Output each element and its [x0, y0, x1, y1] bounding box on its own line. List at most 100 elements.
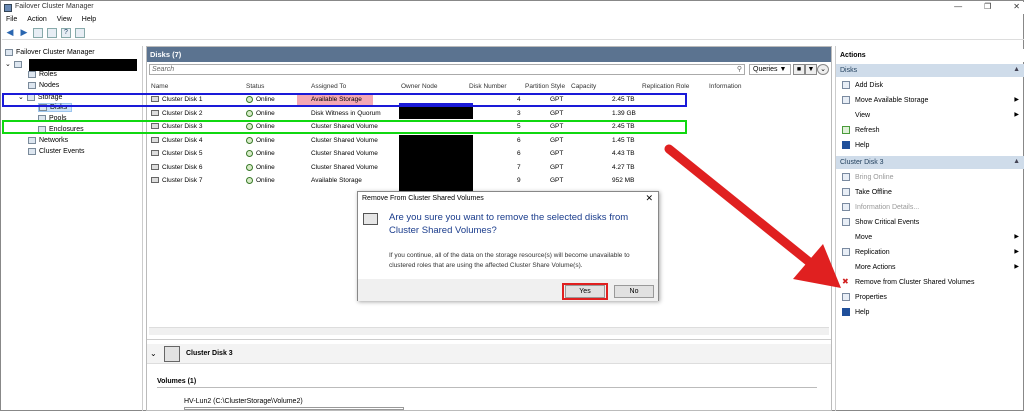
column-header-replication-role[interactable]: Replication Role: [642, 83, 689, 90]
events-icon: [28, 148, 36, 155]
menu-action[interactable]: Action: [27, 14, 46, 26]
action-pane-icon[interactable]: [75, 27, 85, 38]
table-row[interactable]: Cluster Disk 4 Online Cluster Shared Volum…: [149, 134, 829, 148]
help-icon: [842, 308, 850, 316]
table-row[interactable]: Cluster Disk 5 Online Cluster Shared Volum…: [149, 147, 829, 161]
column-header-disk-number[interactable]: Disk Number: [469, 83, 507, 90]
search-icon[interactable]: ⚲: [737, 65, 742, 74]
up-folder-icon[interactable]: [33, 27, 43, 38]
menu-file[interactable]: File: [6, 14, 17, 26]
collapse-caret-icon[interactable]: ▲: [1013, 158, 1020, 165]
replication-icon: [842, 248, 850, 256]
online-status-icon: [246, 163, 253, 171]
cluster-icon: [13, 60, 22, 68]
column-header-information[interactable]: Information: [709, 83, 742, 90]
collapse-chevron-icon[interactable]: ⌄: [150, 349, 157, 358]
cell-capacity: 952 MB: [612, 177, 635, 184]
close-icon[interactable]: ✕: [1013, 2, 1020, 11]
row-highlight-green: [2, 120, 687, 134]
divider: [157, 387, 817, 388]
actions-section-cluster-disk-3[interactable]: Cluster Disk 3 ▲: [836, 156, 1024, 169]
action-take-offline[interactable]: Take Offline: [842, 188, 892, 196]
cell-status: Online: [246, 136, 275, 144]
tree-item-networks[interactable]: Networks: [28, 137, 68, 144]
submenu-arrow-icon: ▶: [1014, 249, 1019, 255]
yes-button[interactable]: Yes: [565, 285, 605, 298]
no-button[interactable]: No: [614, 285, 654, 298]
action-refresh[interactable]: Refresh: [842, 126, 880, 134]
volumes-heading: Volumes (1): [157, 378, 197, 385]
networks-icon: [28, 137, 36, 144]
minimize-icon[interactable]: —: [954, 2, 962, 11]
action-more-actions[interactable]: More Actions: [842, 263, 895, 271]
cell-assigned: Cluster Shared Volume: [311, 163, 378, 171]
table-row[interactable]: Cluster Disk 2 Online Disk Witness in Quor…: [149, 107, 829, 121]
query-menu-chevron-icon[interactable]: ▼: [805, 64, 817, 75]
action-move-available-storage[interactable]: Move Available Storage: [842, 96, 928, 104]
action-add-disk[interactable]: Add Disk: [842, 81, 883, 89]
menu-help[interactable]: Help: [82, 14, 96, 26]
tree-root[interactable]: Failover Cluster Manager: [5, 49, 95, 56]
disk-icon: [151, 109, 159, 116]
menu-bar: File Action View Help: [2, 14, 1024, 26]
action-information-details[interactable]: Information Details...: [842, 203, 919, 211]
bring-online-icon: [842, 173, 850, 181]
online-status-icon: [246, 150, 253, 157]
online-status-icon: [246, 109, 253, 117]
action-view[interactable]: View: [842, 111, 870, 119]
roles-icon: [28, 71, 36, 78]
action-help-disk3[interactable]: Help: [842, 308, 869, 316]
add-disk-icon: [842, 81, 850, 89]
cell-capacity: 4.43 TB: [612, 150, 635, 157]
search-input[interactable]: Search ⚲: [149, 64, 745, 75]
storage-warning-icon: [363, 213, 378, 225]
tree-item-nodes[interactable]: Nodes: [28, 82, 59, 89]
action-move[interactable]: Move: [842, 233, 872, 241]
action-show-critical-events[interactable]: Show Critical Events: [842, 218, 919, 226]
redacted-cluster-name: [29, 59, 137, 71]
help-icon[interactable]: ?: [61, 27, 71, 38]
collapse-chevron-icon[interactable]: ⌄: [817, 64, 829, 75]
dialog-close-icon[interactable]: ✕: [645, 193, 653, 204]
action-remove-from-csv[interactable]: ✖ Remove from Cluster Shared Volumes: [842, 278, 974, 286]
column-header-status[interactable]: Status: [246, 83, 264, 90]
back-arrow-icon[interactable]: ◀: [5, 27, 15, 38]
pane-title: Disks (7): [147, 47, 831, 62]
action-replication[interactable]: Replication: [842, 248, 890, 256]
tree-cluster-node[interactable]: ⌄: [5, 60, 22, 68]
cell-name: Cluster Disk 7: [151, 177, 202, 184]
column-header-name[interactable]: Name: [151, 83, 168, 90]
confirm-dialog: Remove From Cluster Shared Volumes ✕ Are…: [357, 191, 659, 301]
cell-disk: 7: [517, 163, 521, 171]
menu-view[interactable]: View: [57, 14, 72, 26]
horizontal-scrollbar[interactable]: [149, 327, 829, 335]
column-header-assigned-to[interactable]: Assigned To: [311, 83, 346, 90]
online-status-icon: [246, 177, 253, 184]
blank-icon: [842, 233, 850, 241]
submenu-arrow-icon: ▶: [1014, 264, 1019, 270]
save-query-icon[interactable]: ■: [793, 64, 805, 75]
collapse-caret-icon[interactable]: ▲: [1013, 66, 1020, 73]
cell-style: GPT: [550, 109, 564, 117]
column-header-partition-style[interactable]: Partition Style: [525, 83, 565, 90]
tree-item-cluster-events[interactable]: Cluster Events: [28, 148, 85, 155]
tree-item-roles[interactable]: Roles: [28, 71, 57, 78]
actions-section-disks[interactable]: Disks ▲: [836, 64, 1024, 77]
action-help[interactable]: Help: [842, 141, 869, 149]
column-header-owner-node[interactable]: Owner Node: [401, 83, 438, 90]
action-properties[interactable]: Properties: [842, 293, 887, 301]
queries-dropdown[interactable]: Queries ▼: [749, 64, 791, 75]
column-header-capacity[interactable]: Capacity: [571, 83, 596, 90]
volume-name: HV-Lun2 (C:\ClusterStorage\Volume2): [184, 398, 303, 405]
table-row[interactable]: Cluster Disk 7 Online Available Storage 9 GP…: [149, 174, 829, 188]
expand-icon[interactable]: ⌄: [5, 60, 11, 68]
show-hide-tree-icon[interactable]: [47, 27, 57, 38]
restore-icon[interactable]: ❐: [984, 2, 991, 11]
cell-status: Online: [246, 163, 275, 171]
cell-style: GPT: [550, 150, 564, 157]
action-bring-online[interactable]: Bring Online: [842, 173, 894, 181]
forward-arrow-icon[interactable]: ▶: [19, 27, 29, 38]
submenu-arrow-icon: ▶: [1014, 112, 1019, 118]
table-row[interactable]: Cluster Disk 6 Online Cluster Shared Volum…: [149, 161, 829, 175]
row-highlight-blue: [2, 93, 687, 107]
